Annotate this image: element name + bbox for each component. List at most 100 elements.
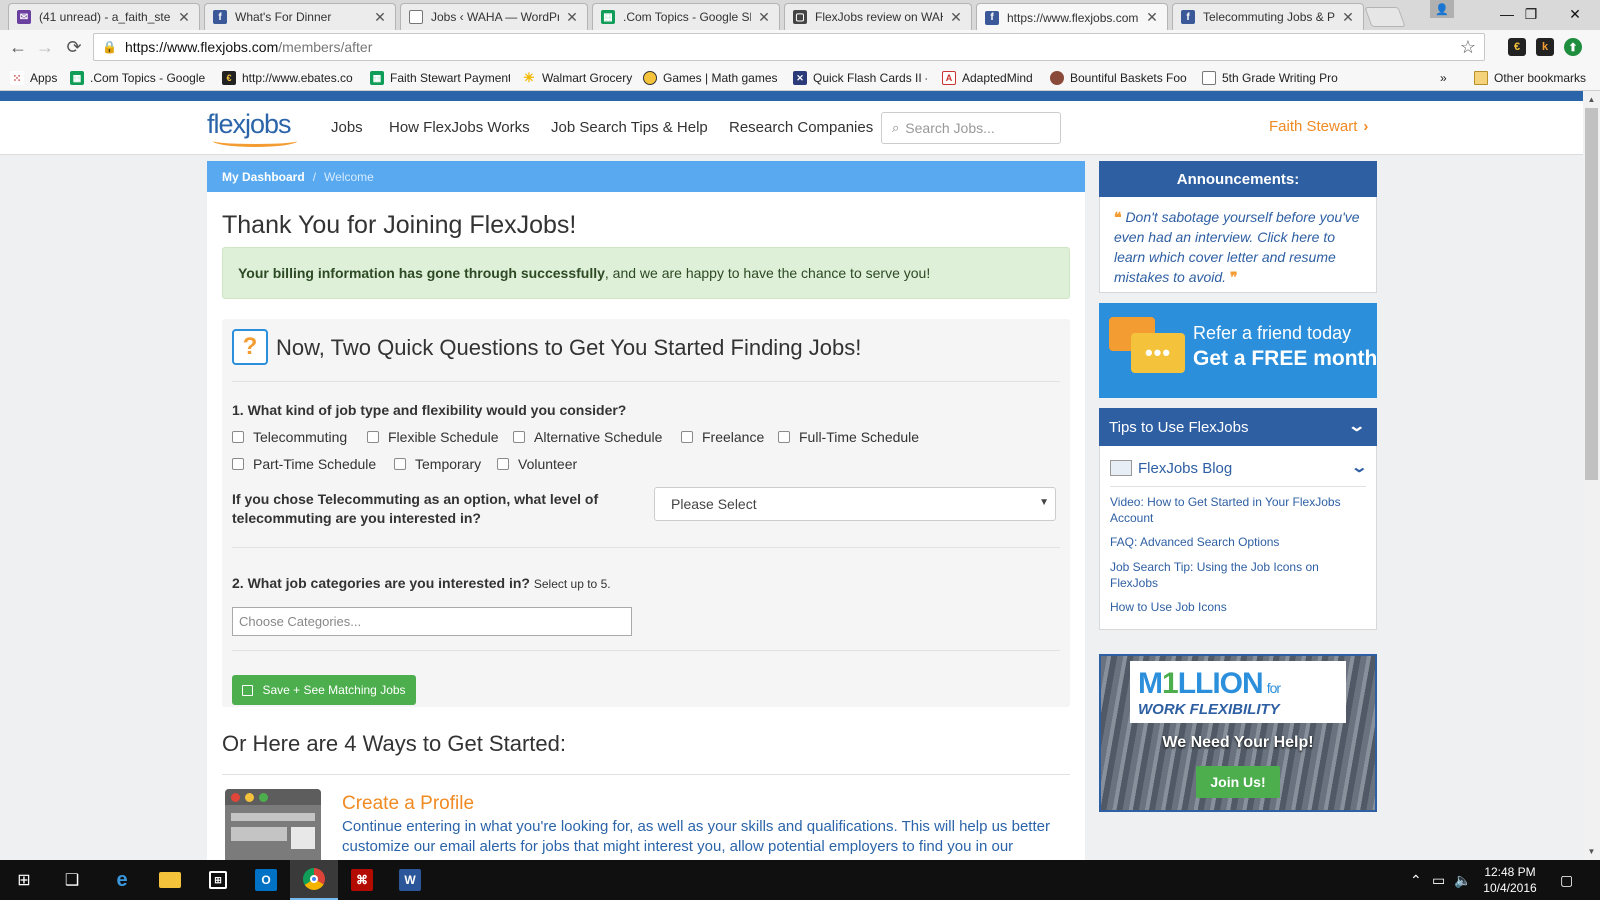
browser-tab-telecommuting-jobs[interactable]: f Telecommuting Jobs & P ✕ <box>1172 3 1364 30</box>
acrobat-icon[interactable]: ⌘ <box>338 860 386 900</box>
tab-close-icon[interactable]: ✕ <box>757 9 771 26</box>
task-view-icon[interactable]: ❑ <box>48 860 96 900</box>
browser-tab-flexjobs-active[interactable]: f https://www.flexjobs.com ✕ <box>976 3 1168 31</box>
telecommuting-level-select[interactable]: Please Select ▼ <box>654 487 1056 521</box>
categories-input[interactable]: Choose Categories... <box>232 607 632 636</box>
nav-how-flexjobs-works[interactable]: How FlexJobs Works <box>389 119 530 136</box>
bookmark-star-icon[interactable]: ☆ <box>1460 37 1476 58</box>
checkbox-part-time-schedule[interactable]: Part-Time Schedule <box>232 456 376 472</box>
checkbox-alternative-schedule[interactable]: Alternative Schedule <box>513 429 662 445</box>
nav-research-companies[interactable]: Research Companies <box>729 119 873 136</box>
checkbox-box[interactable] <box>513 431 525 443</box>
back-arrow-icon[interactable]: ← <box>6 36 30 58</box>
restore-icon[interactable]: ❐ <box>1508 0 1554 28</box>
download-extension-icon[interactable]: ⬆ <box>1564 38 1582 56</box>
checkbox-box[interactable] <box>497 458 509 470</box>
chrome-icon[interactable] <box>290 860 338 900</box>
checkbox-box[interactable] <box>778 431 790 443</box>
checkbox-telecommuting[interactable]: Telecommuting <box>232 429 347 445</box>
refer-friend-banner[interactable]: ••• Refer a friend today Get a FREE mont… <box>1099 303 1377 398</box>
success-alert: Your billing information has gone throug… <box>222 247 1070 299</box>
user-account-link[interactable]: Faith Stewart › <box>1269 118 1368 135</box>
browser-tab-waha-jobs[interactable]: Jobs ‹ WAHA — WordPre ✕ <box>400 3 588 30</box>
bookmark-walmart-grocery[interactable]: ✳ Walmart Grocery <box>522 69 644 87</box>
search-input[interactable]: ⌕ Search Jobs... <box>881 112 1061 144</box>
breadcrumb-dashboard[interactable]: My Dashboard <box>222 170 305 184</box>
checkbox-box[interactable] <box>681 431 693 443</box>
ebates-extension-icon[interactable]: € <box>1508 38 1526 56</box>
scrollbar-thumb[interactable] <box>1585 108 1598 480</box>
flexjobs-logo[interactable]: flexjobs <box>207 105 297 149</box>
tips-accordion-header[interactable]: Tips to Use FlexJobs ⌄ <box>1099 408 1377 446</box>
bookmark-label: Quick Flash Cards II - <box>813 71 927 85</box>
tray-chevron-icon[interactable]: ⌃ <box>1410 872 1422 889</box>
checkbox-temporary[interactable]: Temporary <box>394 456 481 472</box>
network-icon[interactable]: ▭ <box>1432 872 1445 889</box>
bookmark-bountiful-baskets[interactable]: Bountiful Baskets Foo <box>1050 69 1190 87</box>
bookmark-apps[interactable]: ⁙ Apps <box>10 69 70 87</box>
tab-close-icon[interactable]: ✕ <box>373 9 387 26</box>
checkbox-box[interactable] <box>367 431 379 443</box>
bookmark-ebates[interactable]: € http://www.ebates.co <box>222 69 358 87</box>
file-explorer-icon[interactable] <box>146 860 194 900</box>
tab-close-icon[interactable]: ✕ <box>949 9 963 26</box>
tab-close-icon[interactable]: ✕ <box>1341 9 1355 26</box>
checkbox-flexible-schedule[interactable]: Flexible Schedule <box>367 429 499 445</box>
tip-link-how-to-use-icons[interactable]: How to Use Job Icons <box>1110 599 1366 615</box>
reload-icon[interactable]: ⟳ <box>62 36 86 58</box>
other-bookmarks[interactable]: Other bookmarks <box>1474 69 1596 87</box>
windows-start-icon[interactable]: ⊞ <box>0 860 48 900</box>
page-icon <box>409 10 423 24</box>
checkbox-volunteer[interactable]: Volunteer <box>497 456 577 472</box>
k-extension-icon[interactable]: k <box>1536 38 1554 56</box>
tip-link-job-icons-tip[interactable]: Job Search Tip: Using the Job Icons on F… <box>1110 559 1366 591</box>
edge-icon[interactable]: e <box>98 860 146 900</box>
action-center-icon[interactable]: ▢ <box>1560 872 1573 889</box>
browser-tab-flexjobs-review[interactable]: ▢ FlexJobs review on WAH ✕ <box>784 3 972 30</box>
nav-jobs[interactable]: Jobs <box>331 119 363 136</box>
browser-tab-whats-for-dinner[interactable]: f What's For Dinner ✕ <box>204 3 396 30</box>
nav-job-search-tips[interactable]: Job Search Tips & Help <box>551 119 708 136</box>
bookmarks-overflow-button[interactable]: » <box>1440 69 1454 87</box>
save-matching-jobs-button[interactable]: Save + See Matching Jobs <box>232 675 416 705</box>
page-scrollbar[interactable]: ▲ ▼ <box>1583 91 1600 860</box>
scroll-up-arrow-icon[interactable]: ▲ <box>1583 91 1600 108</box>
announcement-body[interactable]: ❝ Don't sabotage yourself before you've … <box>1099 197 1377 293</box>
outlook-icon[interactable]: O <box>242 860 290 900</box>
bookmark-faith-stewart-payment[interactable]: ▦ Faith Stewart Payment <box>370 69 510 87</box>
create-profile-link[interactable]: Create a Profile <box>342 793 474 815</box>
bookmark-math-games[interactable]: Games | Math games <box>643 69 779 87</box>
flexjobs-blog-toggle[interactable]: FlexJobs Blog ⌄ <box>1110 456 1369 480</box>
close-window-icon[interactable]: ✕ <box>1552 0 1598 28</box>
bookmark-adaptedmind[interactable]: A AdaptedMind <box>942 69 1042 87</box>
tab-close-icon[interactable]: ✕ <box>565 9 579 26</box>
browser-tab-mail[interactable]: ✉ (41 unread) - a_faith_ste ✕ <box>8 3 200 30</box>
bookmark-label: Bountiful Baskets Foo <box>1070 71 1187 85</box>
bookmark-5th-grade-writing[interactable]: 5th Grade Writing Pro <box>1202 69 1342 87</box>
bookmark-com-topics[interactable]: ▦ .Com Topics - Google <box>70 69 210 87</box>
tip-link-video-get-started[interactable]: Video: How to Get Started in Your FlexJo… <box>1110 494 1366 526</box>
store-icon[interactable]: ⊞ <box>194 860 242 900</box>
bookmark-label: Other bookmarks <box>1494 71 1587 85</box>
system-clock[interactable]: 12:48 PM 10/4/2016 <box>1468 864 1552 896</box>
tab-close-icon[interactable]: ✕ <box>1145 9 1159 26</box>
checkbox-box[interactable] <box>394 458 406 470</box>
million-help-text: We Need Your Help! <box>1162 734 1314 751</box>
sheets-icon: ▦ <box>601 10 615 24</box>
checkbox-box[interactable] <box>232 431 244 443</box>
forward-arrow-icon[interactable]: → <box>33 36 57 58</box>
word-icon[interactable]: W <box>386 860 434 900</box>
tip-link-advanced-search[interactable]: FAQ: Advanced Search Options <box>1110 534 1366 550</box>
new-tab-button[interactable] <box>1364 7 1406 27</box>
checkbox-box[interactable] <box>232 458 244 470</box>
tab-close-icon[interactable]: ✕ <box>177 9 191 26</box>
address-bar[interactable]: 🔒 https://www.flexjobs.com/members/after… <box>93 33 1485 61</box>
checkbox-freelance[interactable]: Freelance <box>681 429 764 445</box>
checkbox-full-time-schedule[interactable]: Full-Time Schedule <box>778 429 919 445</box>
bookmark-quick-flash-cards[interactable]: ✕ Quick Flash Cards II - <box>793 69 927 87</box>
join-us-button[interactable]: Join Us! <box>1196 766 1280 798</box>
profile-icon[interactable]: 👤 <box>1430 0 1454 18</box>
scroll-down-arrow-icon[interactable]: ▼ <box>1583 843 1600 860</box>
browser-tab-com-topics[interactable]: ▦ .Com Topics - Google Sh ✕ <box>592 3 780 30</box>
million-for-work-flexibility-banner[interactable]: M1LLION for WORK FLEXIBILITY We Need Your… <box>1099 654 1377 812</box>
